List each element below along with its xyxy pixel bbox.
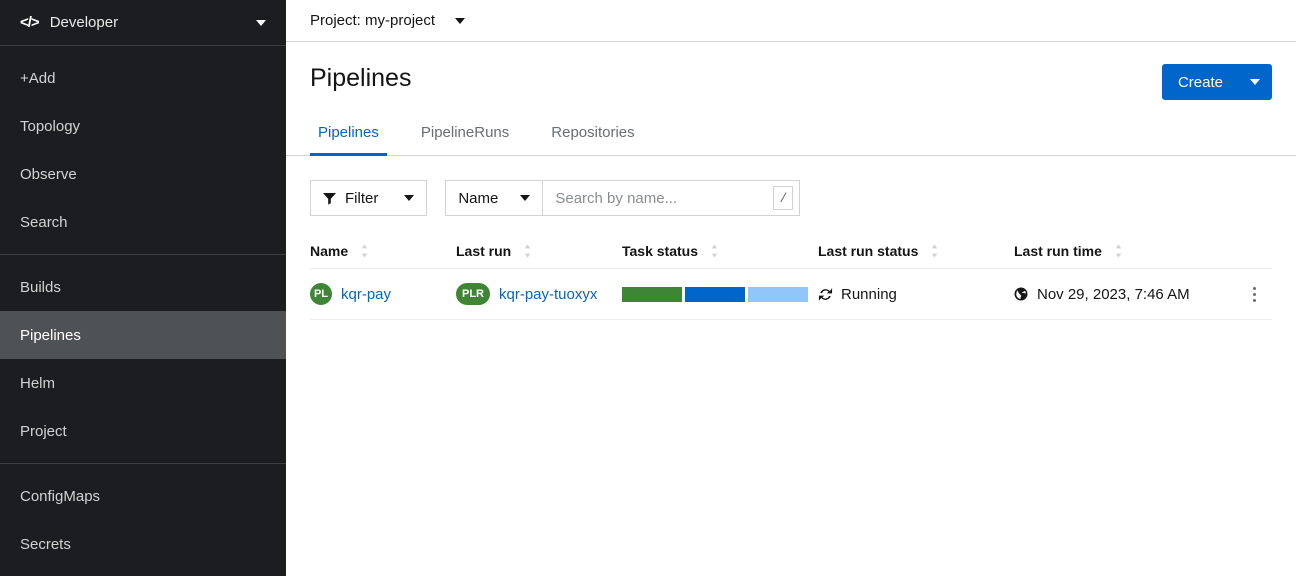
sidebar-item-secrets[interactable]: Secrets <box>0 520 286 568</box>
column-label: Name <box>310 243 348 259</box>
pipeline-badge: PL <box>310 283 332 305</box>
sidebar-item-topology[interactable]: Topology <box>0 102 286 150</box>
sort-icon <box>710 244 719 258</box>
nav-group-resources: Builds Pipelines Helm Project <box>0 254 286 463</box>
sidebar-item-helm[interactable]: Helm <box>0 359 286 407</box>
sidebar-item-configmaps[interactable]: ConfigMaps <box>0 472 286 520</box>
pipelinerun-link[interactable]: kqr-pay-tuoxyx <box>499 286 597 303</box>
sidebar-item-project[interactable]: Project <box>0 407 286 455</box>
last-run-time-label: Nov 29, 2023, 7:46 AM <box>1037 286 1190 303</box>
cell-task-status <box>622 287 818 302</box>
perspective-switcher[interactable]: </> Developer <box>0 0 286 46</box>
cell-last-run-time: Nov 29, 2023, 7:46 AM <box>1014 286 1222 303</box>
tab-bar: Pipelines PipelineRuns Repositories <box>286 114 1296 156</box>
chevron-down-icon <box>256 20 266 26</box>
project-selector[interactable]: Project: my-project <box>310 12 465 29</box>
cell-actions <box>1222 276 1272 312</box>
tab-label: Repositories <box>551 124 634 141</box>
sidebar-item-label: Project <box>20 423 67 440</box>
sidebar: </> Developer +Add Topology Observe Sear… <box>0 0 286 576</box>
tab-repositories[interactable]: Repositories <box>543 114 642 156</box>
page-title: Pipelines <box>310 64 1162 93</box>
sidebar-item-search[interactable]: Search <box>0 198 286 246</box>
chevron-down-icon <box>404 195 414 201</box>
sort-icon <box>523 244 532 258</box>
column-label: Last run <box>456 243 511 259</box>
sidebar-item-label: Builds <box>20 279 61 296</box>
project-bar: Project: my-project <box>286 0 1296 42</box>
chevron-down-icon <box>1250 79 1260 85</box>
task-status-bar <box>622 287 811 302</box>
sidebar-item-label: Helm <box>20 375 55 392</box>
sidebar-item-label: ConfigMaps <box>20 488 100 505</box>
filter-toolbar: Filter Name / <box>286 156 1296 216</box>
sidebar-item-add[interactable]: +Add <box>0 54 286 102</box>
filter-icon <box>323 192 336 205</box>
search-input[interactable] <box>555 190 773 207</box>
search-attribute-dropdown[interactable]: Name <box>445 180 542 216</box>
page-header: Pipelines Create <box>286 42 1296 100</box>
create-button[interactable]: Create <box>1162 64 1272 100</box>
sync-icon <box>818 287 833 302</box>
pipeline-link[interactable]: kqr-pay <box>341 286 391 303</box>
tab-pipelines[interactable]: Pipelines <box>310 114 387 156</box>
sidebar-item-label: Secrets <box>20 536 71 553</box>
create-button-label: Create <box>1178 74 1237 91</box>
cell-name: PL kqr-pay <box>310 283 456 305</box>
sort-icon <box>930 244 939 258</box>
task-segment-pending <box>748 287 808 302</box>
search-attribute-label: Name <box>458 190 498 207</box>
search-shortcut-badge: / <box>773 186 793 210</box>
sidebar-item-builds[interactable]: Builds <box>0 263 286 311</box>
nav-group-primary: +Add Topology Observe Search <box>0 46 286 254</box>
sort-icon <box>360 244 369 258</box>
cell-last-run: PLR kqr-pay-tuoxyx <box>456 283 622 305</box>
tab-label: PipelineRuns <box>421 124 509 141</box>
table-header-row: Name Last run Task status <box>310 234 1272 268</box>
code-icon: </> <box>20 14 39 31</box>
nav-group-config: ConfigMaps Secrets <box>0 463 286 576</box>
search-field-wrapper: / <box>542 180 800 216</box>
column-label: Last run time <box>1014 243 1102 259</box>
chevron-down-icon <box>520 195 530 201</box>
sidebar-item-label: Topology <box>20 118 80 135</box>
filter-label: Filter <box>345 190 378 207</box>
column-header-last-run-status[interactable]: Last run status <box>818 243 1014 259</box>
pipelines-table: Name Last run Task status <box>310 234 1272 320</box>
cell-last-run-status: Running <box>818 286 1014 303</box>
sidebar-item-label: Search <box>20 214 68 231</box>
kebab-menu-icon[interactable] <box>1236 276 1272 312</box>
table-row: PL kqr-pay PLR kqr-pay-tuoxyx <box>310 268 1272 320</box>
chevron-down-icon <box>455 18 465 24</box>
tab-label: Pipelines <box>318 124 379 141</box>
project-selector-label: Project: my-project <box>310 12 435 29</box>
globe-icon <box>1014 287 1028 301</box>
sidebar-item-label: +Add <box>20 70 55 87</box>
column-header-name[interactable]: Name <box>310 243 456 259</box>
tab-pipelineruns[interactable]: PipelineRuns <box>413 114 517 156</box>
sort-icon <box>1114 244 1123 258</box>
pipelinerun-badge: PLR <box>456 283 490 305</box>
sidebar-item-label: Pipelines <box>20 327 81 344</box>
console-root: </> Developer +Add Topology Observe Sear… <box>0 0 1296 576</box>
create-dropdown-toggle[interactable] <box>1238 64 1272 100</box>
column-header-last-run[interactable]: Last run <box>456 243 622 259</box>
task-segment-running <box>685 287 745 302</box>
task-segment-succeeded <box>622 287 682 302</box>
filter-dropdown[interactable]: Filter <box>310 180 427 216</box>
column-header-task-status[interactable]: Task status <box>622 243 818 259</box>
search-group: Name / <box>445 180 800 216</box>
perspective-label: Developer <box>50 14 256 31</box>
column-label: Last run status <box>818 243 918 259</box>
sidebar-item-label: Observe <box>20 166 77 183</box>
sidebar-item-pipelines[interactable]: Pipelines <box>0 311 286 359</box>
sidebar-item-observe[interactable]: Observe <box>0 150 286 198</box>
last-run-status-label: Running <box>841 286 897 303</box>
column-header-last-run-time[interactable]: Last run time <box>1014 243 1222 259</box>
main-content: Project: my-project Pipelines Create Pip… <box>286 0 1296 576</box>
column-label: Task status <box>622 243 698 259</box>
